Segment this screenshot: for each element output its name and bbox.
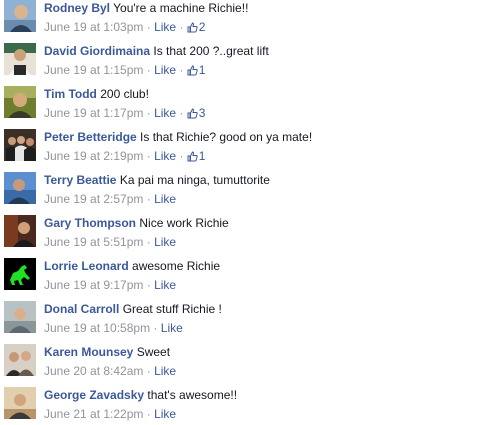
commenter-avatar[interactable] <box>4 258 36 290</box>
comment-item: Karen Mounsey Sweet June 20 at 8:42am · … <box>4 344 488 382</box>
like-button[interactable]: Like <box>154 63 176 77</box>
like-count-value: 1 <box>198 63 206 77</box>
comment-text: Is that 200 ?..great lift <box>153 44 269 58</box>
comment-timestamp[interactable]: June 20 at 8:42am <box>44 364 143 378</box>
comment-timestamp[interactable]: June 19 at 5:51pm <box>44 235 143 249</box>
comment-text: 200 club! <box>100 87 149 101</box>
comment-timestamp[interactable]: June 19 at 1:03pm <box>44 20 143 34</box>
separator: · <box>153 321 158 335</box>
comment-timestamp[interactable]: June 19 at 1:17pm <box>44 106 143 120</box>
profile-photo-icon <box>4 344 36 376</box>
comment-author-link[interactable]: Rodney Byl <box>44 1 110 15</box>
like-count[interactable]: 1 <box>187 63 206 80</box>
profile-photo-icon <box>4 86 36 118</box>
separator: · <box>146 63 151 77</box>
green-horse-icon <box>4 258 36 290</box>
like-count[interactable]: 1 <box>187 149 206 166</box>
comment-text: You're a machine Richie!! <box>113 1 249 15</box>
comment-author-link[interactable]: Gary Thompson <box>44 216 136 230</box>
commenter-avatar[interactable] <box>4 215 36 247</box>
comment-text: Ka pai ma ninga, tumuttorite <box>119 173 270 187</box>
commenter-avatar[interactable] <box>4 0 36 32</box>
separator: · <box>146 407 151 421</box>
profile-photo-icon <box>4 172 36 204</box>
comment-item: Donal Carroll Great stuff Richie ! June … <box>4 301 488 339</box>
commenter-avatar[interactable] <box>4 172 36 204</box>
comment-item: David Giordimaina Is that 200 ?..great l… <box>4 43 488 81</box>
like-count-value: 1 <box>198 149 206 163</box>
commenter-avatar[interactable] <box>4 43 36 75</box>
commenter-avatar[interactable] <box>4 301 36 333</box>
separator: · <box>146 20 151 34</box>
like-button[interactable]: Like <box>154 278 176 292</box>
separator: · <box>146 364 151 378</box>
comment-author-link[interactable]: Terry Beattie <box>44 173 116 187</box>
separator: · <box>179 149 184 163</box>
thumbs-up-icon <box>187 107 198 123</box>
separator: · <box>146 278 151 292</box>
comment-text: Sweet <box>136 345 171 359</box>
profile-photo-icon <box>4 0 36 32</box>
commenter-avatar[interactable] <box>4 387 36 419</box>
separator: · <box>146 192 151 206</box>
separator: · <box>179 20 184 34</box>
comment-timestamp[interactable]: June 19 at 1:15pm <box>44 63 143 77</box>
like-button[interactable]: Like <box>154 192 176 206</box>
like-button[interactable]: Like <box>154 235 176 249</box>
like-button[interactable]: Like <box>154 364 176 378</box>
separator: · <box>179 106 184 120</box>
profile-photo-icon <box>4 43 36 75</box>
comment-item: Rodney Byl You're a machine Richie!! Jun… <box>4 0 488 38</box>
comment-timestamp[interactable]: June 19 at 10:58pm <box>44 321 150 335</box>
comment-text: Nice work Richie <box>139 216 229 230</box>
commenter-avatar[interactable] <box>4 129 36 161</box>
profile-photo-icon <box>4 387 36 419</box>
comment-text: Is that Richie? good on ya mate! <box>140 130 313 144</box>
comment-timestamp[interactable]: June 19 at 2:19pm <box>44 149 143 163</box>
comment-author-link[interactable]: Donal Carroll <box>44 302 119 316</box>
comment-item: Gary Thompson Nice work Richie June 19 a… <box>4 215 488 253</box>
comment-author-link[interactable]: Tim Todd <box>44 87 97 101</box>
comment-author-link[interactable]: Lorrie Leonard <box>44 259 129 273</box>
comment-item: Tim Todd 200 club! June 19 at 1:17pm · L… <box>4 86 488 124</box>
separator: · <box>146 149 151 163</box>
comment-text: Great stuff Richie ! <box>122 302 222 316</box>
like-count[interactable]: 3 <box>187 106 206 123</box>
comment-author-link[interactable]: David Giordimaina <box>44 44 150 58</box>
like-button[interactable]: Like <box>154 149 176 163</box>
like-count[interactable]: 2 <box>187 20 206 37</box>
comment-author-link[interactable]: Karen Mounsey <box>44 345 133 359</box>
separator: · <box>146 235 151 249</box>
comment-item: Lorrie Leonard awesome Richie June 19 at… <box>4 258 488 296</box>
comment-item: Terry Beattie Ka pai ma ninga, tumuttori… <box>4 172 488 210</box>
separator: · <box>179 63 184 77</box>
profile-photo-icon <box>4 129 36 161</box>
thumbs-up-icon <box>187 64 198 80</box>
like-button[interactable]: Like <box>154 106 176 120</box>
commenter-avatar[interactable] <box>4 344 36 376</box>
profile-photo-icon <box>4 215 36 247</box>
comment-timestamp[interactable]: June 19 at 2:57pm <box>44 192 143 206</box>
thumbs-up-icon <box>187 150 198 166</box>
like-count-value: 3 <box>198 106 206 120</box>
comment-text: that's awesome!! <box>147 388 238 402</box>
comment-item: Peter Betteridge Is that Richie? good on… <box>4 129 488 167</box>
thumbs-up-icon <box>187 21 198 37</box>
comment-item: George Zavadsky that's awesome!! June 21… <box>4 387 488 425</box>
like-button[interactable]: Like <box>161 321 183 335</box>
profile-photo-icon <box>4 301 36 333</box>
comment-timestamp[interactable]: June 19 at 9:17pm <box>44 278 143 292</box>
separator: · <box>146 106 151 120</box>
like-button[interactable]: Like <box>154 20 176 34</box>
like-button[interactable]: Like <box>154 407 176 421</box>
comment-timestamp[interactable]: June 21 at 1:22pm <box>44 407 143 421</box>
comment-author-link[interactable]: Peter Betteridge <box>44 130 137 144</box>
comment-author-link[interactable]: George Zavadsky <box>44 388 144 402</box>
comment-text: awesome Richie <box>132 259 221 273</box>
commenter-avatar[interactable] <box>4 86 36 118</box>
like-count-value: 2 <box>198 20 206 34</box>
